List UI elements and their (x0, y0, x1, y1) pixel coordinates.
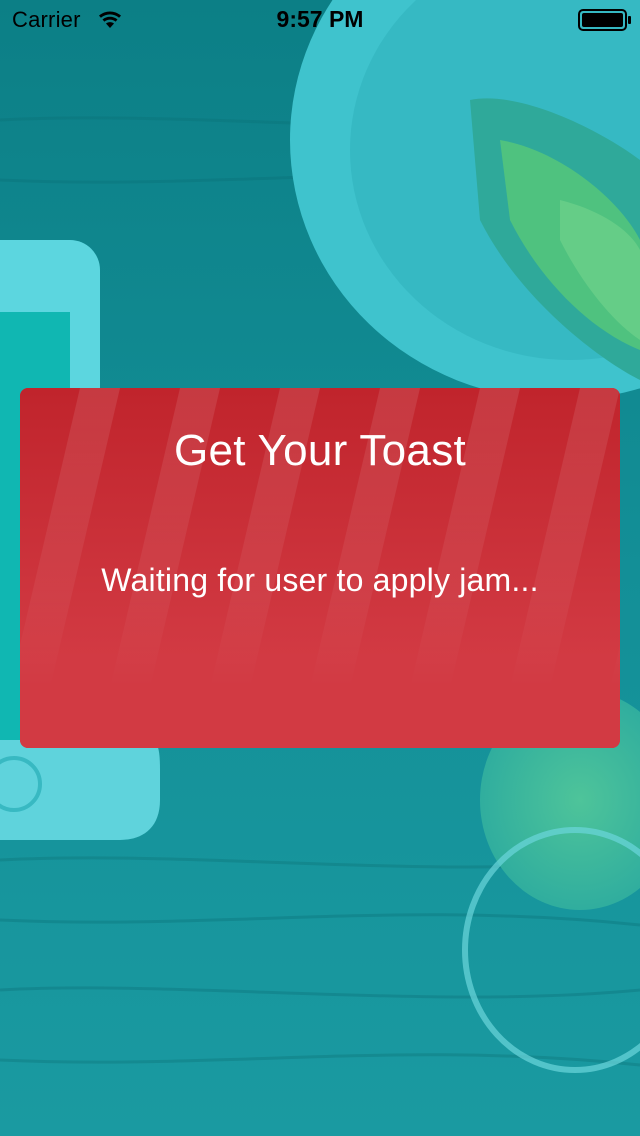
battery-icon (578, 9, 631, 31)
app-screen: Carrier 9:57 PM Get Your Toast Waiting f… (0, 0, 640, 1136)
toast-card: Get Your Toast Waiting for user to apply… (20, 388, 620, 748)
toast-title: Get Your Toast (173, 426, 467, 475)
toast-message: Waiting for user to apply jam... (101, 562, 539, 598)
status-bar: Carrier 9:57 PM (0, 0, 640, 40)
clock-time: 9:57 PM (276, 6, 364, 32)
